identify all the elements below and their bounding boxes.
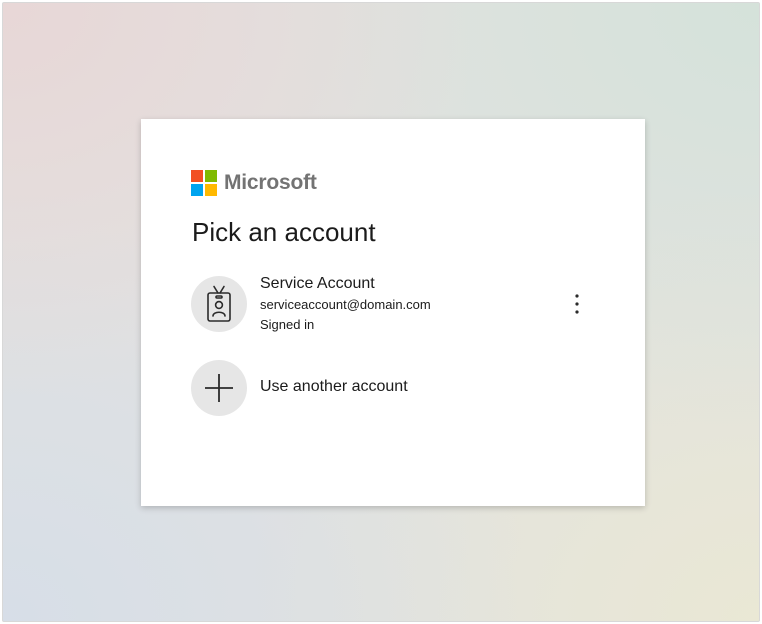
add-account-avatar — [191, 360, 247, 416]
account-tile[interactable]: Service Account serviceaccount@domain.co… — [191, 273, 591, 335]
microsoft-logo: Microsoft — [191, 170, 317, 196]
background: Microsoft Pick an account Service Accoun… — [2, 2, 760, 622]
more-options-button[interactable] — [563, 289, 591, 319]
use-another-account-button[interactable]: Use another account — [191, 360, 591, 416]
account-email: serviceaccount@domain.com — [260, 297, 431, 312]
plus-icon — [205, 374, 233, 402]
logo-text: Microsoft — [224, 171, 317, 194]
account-picker-card: Microsoft Pick an account Service Accoun… — [141, 119, 645, 506]
vertical-ellipsis-icon — [575, 294, 579, 314]
account-status: Signed in — [260, 317, 315, 332]
page-title: Pick an account — [192, 217, 376, 247]
use-another-account-label: Use another account — [260, 378, 408, 395]
account-name: Service Account — [260, 275, 375, 292]
avatar — [191, 276, 247, 332]
microsoft-logo-icon — [191, 170, 217, 196]
badge-person-icon — [207, 285, 231, 322]
